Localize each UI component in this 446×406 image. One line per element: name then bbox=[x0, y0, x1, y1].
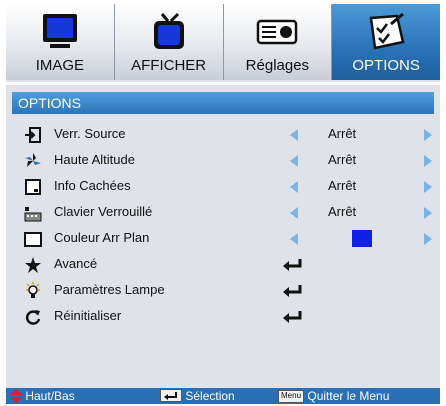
menu-item-value: Arrêt bbox=[328, 126, 357, 141]
menu-item-label: Paramètres Lampe bbox=[54, 282, 165, 297]
menu-item-haute-altitude[interactable]: Haute Altitude Arrêt bbox=[6, 148, 440, 174]
tab-image[interactable]: IMAGE bbox=[6, 4, 115, 80]
left-arrow-icon[interactable] bbox=[290, 207, 298, 219]
menu-tabs: IMAGE AFFICHER Réglages OPTIONS bbox=[6, 4, 440, 80]
tab-afficher[interactable]: AFFICHER bbox=[114, 4, 224, 80]
background-color-icon bbox=[24, 232, 42, 247]
help-updown: Haut/Bas bbox=[10, 388, 75, 404]
menu-item-info-cachees[interactable]: Info Cachées Arrêt bbox=[6, 174, 440, 200]
color-swatch bbox=[352, 230, 372, 247]
right-arrow-icon[interactable] bbox=[424, 207, 432, 219]
menu-item-label: Info Cachées bbox=[54, 178, 131, 193]
projector-osd-menu: IMAGE AFFICHER Réglages OPTIONS OPTIONS … bbox=[6, 4, 440, 404]
tab-label: OPTIONS bbox=[352, 57, 420, 74]
menu-item-verr-source[interactable]: Verr. Source Arrêt bbox=[6, 122, 440, 148]
source-input-icon bbox=[25, 127, 41, 143]
menu-item-value: Arrêt bbox=[328, 178, 357, 193]
left-arrow-icon[interactable] bbox=[290, 181, 298, 193]
keypad-lock-icon bbox=[24, 207, 42, 222]
menu-item-clavier-verrouille[interactable]: Clavier Verrouillé Arrêt bbox=[6, 200, 440, 226]
hidden-info-icon bbox=[25, 179, 41, 195]
menu-item-label: Clavier Verrouillé bbox=[54, 204, 153, 219]
enter-icon[interactable] bbox=[282, 283, 304, 299]
menu-item-value: Arrêt bbox=[328, 152, 357, 167]
options-checklist-icon bbox=[369, 12, 405, 50]
options-list: Verr. Source Arrêt Haute Altitude Arrêt … bbox=[6, 122, 440, 330]
left-arrow-icon[interactable] bbox=[290, 233, 298, 245]
menu-item-label: Avancé bbox=[54, 256, 98, 271]
menu-item-label: Couleur Arr Plan bbox=[54, 230, 150, 245]
reset-icon bbox=[25, 310, 41, 325]
projector-icon bbox=[257, 19, 298, 45]
menu-item-label: Verr. Source bbox=[54, 126, 126, 141]
menu-item-reinitialiser[interactable]: Réinitialiser bbox=[6, 304, 440, 330]
lamp-icon bbox=[26, 282, 40, 298]
menu-item-parametres-lampe[interactable]: Paramètres Lampe bbox=[6, 278, 440, 304]
tab-label: AFFICHER bbox=[131, 57, 207, 74]
enter-key-icon bbox=[160, 389, 182, 402]
enter-icon[interactable] bbox=[282, 309, 304, 325]
divider bbox=[6, 82, 440, 85]
enter-icon[interactable] bbox=[282, 257, 304, 273]
fan-icon bbox=[25, 153, 41, 167]
tab-label: Réglages bbox=[245, 57, 310, 74]
right-arrow-icon[interactable] bbox=[424, 155, 432, 167]
menu-item-label: Haute Altitude bbox=[54, 152, 135, 167]
menu-item-couleur-arr-plan[interactable]: Couleur Arr Plan bbox=[6, 226, 440, 252]
tab-options[interactable]: OPTIONS bbox=[332, 4, 440, 80]
menu-item-avance[interactable]: Avancé bbox=[6, 252, 440, 278]
left-arrow-icon[interactable] bbox=[290, 129, 298, 141]
help-select: Sélection bbox=[160, 388, 235, 404]
menu-item-label: Réinitialiser bbox=[54, 308, 122, 323]
menu-item-value: Arrêt bbox=[328, 204, 357, 219]
section-title: OPTIONS bbox=[12, 92, 434, 114]
help-bar: Haut/Bas Sélection Menu Quitter le Menu bbox=[6, 388, 440, 404]
menu-key-icon: Menu bbox=[278, 390, 305, 404]
tab-reglages[interactable]: Réglages bbox=[223, 4, 333, 80]
advanced-star-icon bbox=[25, 257, 41, 273]
help-select-label: Sélection bbox=[185, 389, 235, 403]
help-quit-label: Quitter le Menu bbox=[307, 389, 390, 403]
help-updown-label: Haut/Bas bbox=[25, 389, 75, 403]
tv-icon bbox=[153, 12, 184, 49]
help-quit: Menu Quitter le Menu bbox=[278, 388, 389, 404]
monitor-icon bbox=[42, 14, 77, 48]
right-arrow-icon[interactable] bbox=[424, 181, 432, 193]
left-arrow-icon[interactable] bbox=[290, 155, 298, 167]
tab-label: IMAGE bbox=[35, 57, 85, 74]
right-arrow-icon[interactable] bbox=[424, 129, 432, 141]
right-arrow-icon[interactable] bbox=[424, 233, 432, 245]
up-down-arrow-icon bbox=[10, 389, 22, 403]
